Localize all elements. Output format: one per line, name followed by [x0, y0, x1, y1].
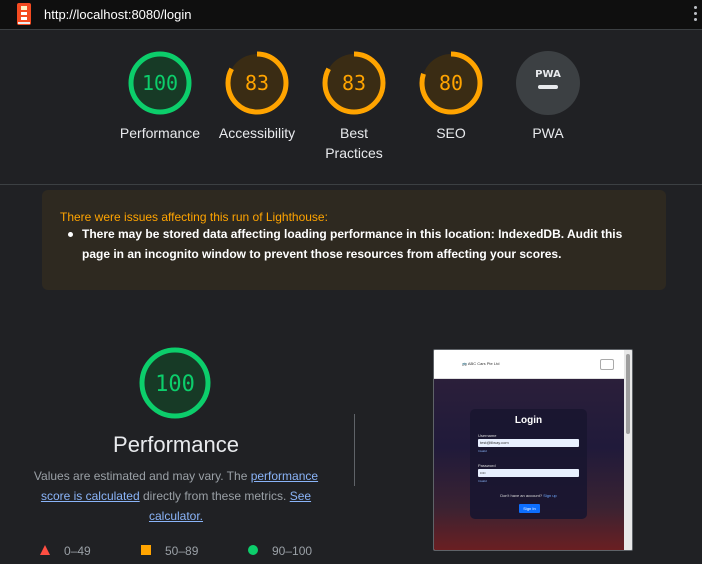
warning-item: There may be stored data affecting loadi…: [68, 224, 652, 264]
gauge-score: 83: [245, 71, 269, 95]
performance-score: 100: [155, 372, 195, 397]
pwa-badge-icon: PWA: [516, 51, 580, 115]
thumb-sign-in-button: Sign In: [519, 504, 540, 513]
gauge-label: Performance: [119, 125, 201, 141]
gauge-accessibility[interactable]: 83 Accessibility: [209, 50, 305, 143]
desc-text: directly from these metrics.: [139, 489, 290, 503]
legend-range: 90–100: [272, 544, 313, 558]
score-legend: 0–49 50–89 90–100: [0, 542, 360, 562]
lighthouse-logo-icon: [17, 3, 31, 25]
fail-triangle-icon: [40, 545, 50, 555]
gauge-score: 83: [342, 71, 366, 95]
thumb-signup-link: Sign up: [543, 493, 557, 498]
thumb-hero-background: Login Username test@lilway.com Invalid P…: [434, 379, 624, 550]
section-divider: [354, 414, 355, 486]
thumb-navbar: 🚌 ABC Cars Pte Ltd: [434, 350, 624, 379]
gauge-label: Best Practices: [325, 125, 383, 161]
score-gauges: 100 Performance 83 Accessibility 83 Best…: [0, 30, 702, 185]
gauge-score: 80: [439, 71, 463, 95]
gauge-label: SEO: [436, 125, 466, 141]
thumb-hint: Invalid: [478, 449, 487, 453]
thumb-username-label: Username: [478, 433, 497, 438]
thumb-username-field: test@lilway.com: [478, 439, 579, 447]
warning-list: There may be stored data affecting loadi…: [68, 224, 652, 264]
gauge-label: PWA: [532, 125, 564, 141]
pass-circle-icon: [248, 545, 258, 555]
thumb-login-title: Login: [514, 415, 543, 426]
run-warning-box: There were issues affecting this run of …: [42, 190, 666, 290]
gauge-pwa[interactable]: PWA PWA: [500, 50, 596, 143]
legend-range: 0–49: [64, 544, 91, 558]
performance-score-gauge: 100: [139, 347, 211, 419]
desc-text: Values are estimated and may vary. The: [33, 469, 251, 483]
accessibility-gauge-ring: 83: [225, 51, 289, 115]
pwa-badge-text: PWA: [535, 69, 561, 80]
seo-gauge-ring: 80: [419, 51, 483, 115]
legend-range: 50–89: [165, 544, 199, 558]
thumb-brand: 🚌 ABC Cars Pte Ltd: [462, 361, 500, 366]
address-bar: http://localhost:8080/login: [0, 0, 702, 30]
best-practices-gauge-ring: 83: [322, 51, 386, 115]
thumb-scrollbar: [624, 350, 632, 550]
gauge-performance[interactable]: 100 Performance: [112, 50, 208, 143]
thumb-password-label: Password: [478, 463, 496, 468]
average-square-icon: [141, 545, 151, 555]
performance-title: Performance: [113, 432, 239, 457]
performance-description: Values are estimated and may vary. The p…: [28, 466, 324, 526]
performance-gauge-ring: 100: [128, 51, 192, 115]
gauge-seo[interactable]: 80 SEO: [403, 50, 499, 143]
thumb-password-field: ••••: [478, 469, 579, 477]
thumb-account-text: Don't have an account? Sign up: [470, 493, 587, 498]
thumb-account-prompt: Don't have an account?: [500, 493, 543, 498]
gauge-score: 100: [142, 71, 178, 95]
gauge-best-practices[interactable]: 83 Best Practices: [306, 50, 402, 163]
final-screenshot-thumbnail[interactable]: 🚌 ABC Cars Pte Ltd Login Username test@l…: [433, 349, 633, 551]
gauge-label: Accessibility: [218, 125, 296, 141]
thumb-login-card: Login Username test@lilway.com Invalid P…: [470, 409, 587, 519]
warning-title: There were issues affecting this run of …: [60, 210, 328, 224]
thumb-hint: Invalid: [478, 479, 487, 483]
page-url: http://localhost:8080/login: [44, 7, 192, 22]
thumb-menu-icon: [600, 359, 614, 370]
more-options-icon[interactable]: [694, 6, 698, 24]
